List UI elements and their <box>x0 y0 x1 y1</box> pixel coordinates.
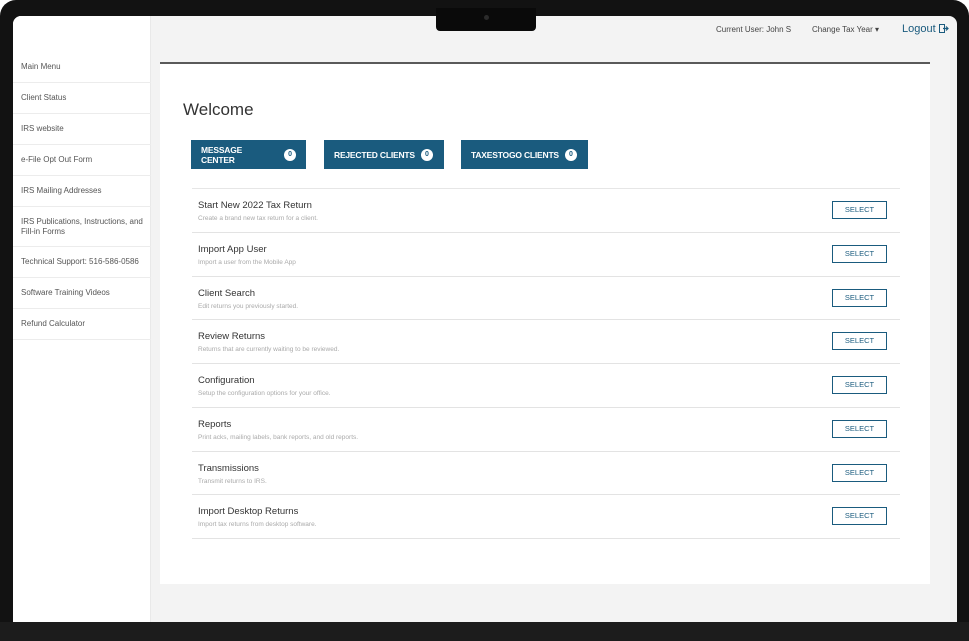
row-title: Transmissions <box>198 462 259 474</box>
list-item: Import Desktop Returns Import tax return… <box>192 495 900 539</box>
current-user-label: Current User: John S <box>716 25 792 34</box>
select-button[interactable]: SELECT <box>832 376 887 394</box>
change-tax-year-dropdown[interactable]: Change Tax Year ▾ <box>812 25 879 34</box>
row-title: Reports <box>198 418 232 430</box>
message-center-count-badge: 0 <box>284 148 296 161</box>
rejected-clients-label: REJECTED CLIENTS <box>334 149 415 160</box>
rejected-clients-count-badge: 0 <box>420 148 433 161</box>
logout-icon <box>938 24 949 33</box>
row-description: Create a brand new tax return for a clie… <box>198 215 318 222</box>
row-description: Import a user from the Mobile App <box>198 258 296 266</box>
rejected-clients-button[interactable]: REJECTED CLIENTS 0 <box>324 140 444 169</box>
camera-icon <box>484 15 489 20</box>
message-center-button[interactable]: MESSAGE CENTER 0 <box>191 140 306 169</box>
select-button[interactable]: SELECT <box>832 419 887 438</box>
select-button[interactable]: SELECT <box>832 288 887 307</box>
row-description: Setup the configuration options for your… <box>198 390 331 397</box>
taxestogo-clients-label: TAXESTOGO CLIENTS <box>471 149 559 160</box>
row-description: Import tax returns from desktop software… <box>198 521 317 529</box>
row-title: Configuration <box>198 375 255 386</box>
sidebar-menu: Main Menu Client Status IRS website e-Fi… <box>13 52 151 340</box>
row-description: Returns that are currently waiting to be… <box>198 346 340 354</box>
page-title: Welcome <box>183 100 254 119</box>
logout-label: Logout <box>902 23 936 35</box>
select-button[interactable]: SELECT <box>832 201 887 219</box>
select-button[interactable]: SELECT <box>832 332 887 351</box>
row-description: Print acks, mailing labels, bank reports… <box>198 433 359 441</box>
logout-link[interactable]: Logout <box>902 23 949 35</box>
row-description: Edit returns you previously started. <box>198 302 299 310</box>
select-button[interactable]: SELECT <box>832 507 887 526</box>
list-item: Start New 2022 Tax Return Create a brand… <box>192 189 900 233</box>
sidebar-item-irs-mailing-addresses[interactable]: IRS Mailing Addresses <box>13 176 151 207</box>
select-button[interactable]: SELECT <box>832 463 887 482</box>
camera-notch <box>436 8 536 31</box>
list-item: Transmissions Transmit returns to IRS. S… <box>192 452 900 496</box>
sidebar-item-training-videos[interactable]: Software Training Videos <box>13 278 151 309</box>
sidebar-item-irs-publications[interactable]: IRS Publications, Instructions, and Fill… <box>13 207 151 247</box>
taxestogo-clients-count-badge: 0 <box>564 148 577 161</box>
sidebar-item-efile-opt-out[interactable]: e-File Opt Out Form <box>13 145 151 176</box>
row-title: Import App User <box>198 243 267 255</box>
row-description: Transmit returns to IRS. <box>198 477 267 485</box>
taxestogo-clients-button[interactable]: TAXESTOGO CLIENTS 0 <box>461 140 588 169</box>
message-center-label: MESSAGE CENTER <box>201 144 243 165</box>
sidebar-item-irs-website[interactable]: IRS website <box>13 114 151 145</box>
list-item: Reports Print acks, mailing labels, bank… <box>192 408 900 452</box>
row-title: Client Search <box>198 287 256 299</box>
list-item: Client Search Edit returns you previousl… <box>192 277 900 321</box>
sidebar-item-technical-support[interactable]: Technical Support: 516-586-0586 <box>13 247 151 278</box>
task-list: Start New 2022 Tax Return Create a brand… <box>192 188 900 539</box>
sidebar: Main Menu Client Status IRS website e-Fi… <box>13 16 151 624</box>
list-item: Review Returns Returns that are currentl… <box>192 320 900 364</box>
select-button[interactable]: SELECT <box>832 244 887 263</box>
sidebar-item-client-status[interactable]: Client Status <box>13 83 151 114</box>
list-item: Import App User Import a user from the M… <box>192 233 900 277</box>
laptop-base <box>0 622 969 641</box>
row-title: Import Desktop Returns <box>198 506 299 518</box>
list-item: Configuration Setup the configuration op… <box>192 364 900 408</box>
row-title: Review Returns <box>198 331 266 343</box>
top-bar: Current User: John S Change Tax Year ▾ L… <box>151 16 957 46</box>
row-title: Start New 2022 Tax Return <box>198 200 312 211</box>
sidebar-item-refund-calculator[interactable]: Refund Calculator <box>13 309 151 340</box>
main-panel: Welcome MESSAGE CENTER 0 REJECTED CLIENT… <box>160 64 930 584</box>
sidebar-item-main-menu[interactable]: Main Menu <box>13 52 151 83</box>
